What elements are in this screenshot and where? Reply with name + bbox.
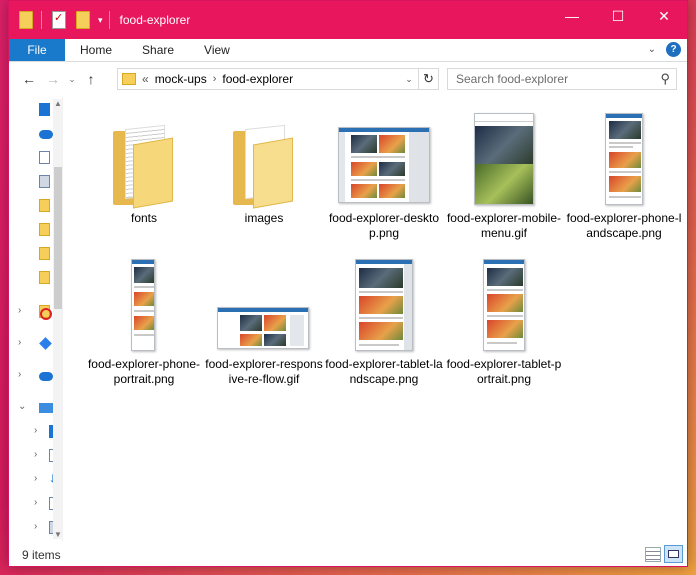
status-bar: 9 items [9, 543, 687, 567]
item-count: 9 items [22, 548, 61, 562]
toolbar-divider [41, 11, 42, 29]
file-name: food-explorer-phone-portrait.png [87, 357, 201, 386]
breadcrumb-overflow[interactable]: « [142, 72, 149, 86]
folder-icon [39, 271, 50, 284]
breadcrumb-food-explorer[interactable]: food-explorer [222, 72, 293, 86]
file-list: fonts images food-explorer-desktop.png f… [67, 97, 687, 541]
address-bar[interactable]: « mock-ups › food-explorer ⌄ ↻ [117, 68, 439, 90]
recent-locations-button[interactable]: ⌄ [65, 74, 79, 85]
image-thumbnail [325, 111, 443, 207]
computer-icon [39, 403, 53, 413]
minimize-button[interactable]: — [549, 1, 595, 31]
image-thumbnail [325, 257, 443, 353]
file-item-phone-landscape-png[interactable]: food-explorer-phone-landscape.png [565, 103, 683, 243]
address-dropdown-icon[interactable]: ⌄ [401, 69, 417, 89]
file-item-mobile-menu-gif[interactable]: food-explorer-mobile-menu.gif [445, 103, 563, 243]
image-thumbnail [205, 257, 323, 353]
scroll-up-icon[interactable]: ▲ [54, 99, 62, 108]
large-icons-view-button[interactable] [664, 545, 683, 563]
new-folder-icon[interactable] [76, 11, 90, 29]
properties-icon[interactable] [52, 11, 66, 29]
folder-icon [39, 223, 50, 236]
expand-chevron-icon[interactable]: › [34, 425, 37, 436]
close-button[interactable]: ✕ [641, 1, 687, 31]
file-item-responsive-re-flow-gif[interactable]: food-explorer-responsive-re-flow.gif [205, 249, 323, 389]
expand-chevron-icon[interactable]: › [34, 473, 37, 484]
file-item-images[interactable]: images [205, 103, 323, 243]
folder-icon [39, 199, 50, 212]
folder-icon [19, 11, 33, 29]
back-button[interactable]: ← [17, 71, 41, 87]
window-title: food-explorer [119, 13, 191, 27]
up-button[interactable]: ↑ [79, 71, 103, 87]
breadcrumb-mock-ups[interactable]: mock-ups [155, 72, 207, 86]
tab-share[interactable]: Share [127, 39, 189, 61]
ribbon-tabs: File Home Share View ⌄ ? [9, 39, 687, 62]
expand-chevron-icon[interactable]: › [34, 449, 37, 460]
desktop-icon [39, 103, 50, 116]
file-item-desktop-png[interactable]: food-explorer-desktop.png [325, 103, 443, 243]
file-name: fonts [130, 211, 157, 225]
expand-chevron-icon[interactable]: › [18, 305, 21, 316]
image-thumbnail [445, 111, 563, 207]
tab-view[interactable]: View [189, 39, 245, 61]
collapse-chevron-icon[interactable]: ⌄ [18, 401, 26, 412]
scrollbar-thumb[interactable] [54, 167, 62, 309]
folder-icon [39, 247, 50, 260]
file-name: food-explorer-tablet-portrait.png [446, 357, 562, 386]
search-icon[interactable]: ⚲ [660, 71, 670, 87]
details-view-button[interactable] [645, 547, 661, 562]
image-thumbnail [565, 111, 683, 207]
image-thumbnail [85, 257, 203, 353]
file-name: food-explorer-mobile-menu.gif [446, 211, 562, 240]
search-box[interactable]: Search food-explorer ⚲ [447, 68, 677, 90]
creative-cloud-folder-icon [39, 305, 52, 320]
onedrive-icon [39, 372, 53, 381]
file-item-phone-portrait-png[interactable]: food-explorer-phone-portrait.png [85, 249, 203, 389]
file-name: food-explorer-phone-landscape.png [566, 211, 682, 240]
help-icon[interactable]: ? [666, 42, 681, 57]
file-name: food-explorer-responsive-re-flow.gif [205, 357, 323, 386]
file-name: food-explorer-desktop.png [328, 211, 440, 240]
expand-chevron-icon[interactable]: › [18, 337, 21, 348]
tab-home[interactable]: Home [65, 39, 127, 61]
folder-icon [85, 111, 203, 209]
title-bar[interactable]: ▾ food-explorer — ☐ ✕ [9, 1, 687, 39]
pictures-icon [39, 175, 50, 188]
file-item-fonts[interactable]: fonts [85, 103, 203, 243]
expand-chevron-icon[interactable]: › [18, 369, 21, 380]
file-item-tablet-portrait-png[interactable]: food-explorer-tablet-portrait.png [445, 249, 563, 389]
expand-chevron-icon[interactable]: › [34, 497, 37, 508]
expand-ribbon-icon[interactable]: ⌄ [648, 44, 656, 55]
dropbox-icon [39, 337, 52, 350]
nav-pane-scrollbar[interactable]: ▲ ▼ [53, 99, 63, 539]
quick-access-dropdown-icon[interactable]: ▾ [98, 15, 103, 26]
navigation-bar: ← → ⌄ ↑ « mock-ups › food-explorer ⌄ ↻ S… [9, 62, 687, 96]
file-item-tablet-landscape-png[interactable]: food-explorer-tablet-landscape.png [325, 249, 443, 389]
navigation-pane: › › › ⌄ › › › ↓ › [9, 97, 63, 541]
file-name: food-explorer-tablet-landscape.png [325, 357, 443, 386]
documents-icon [39, 151, 50, 164]
folder-icon [122, 73, 136, 85]
scroll-down-icon[interactable]: ▼ [54, 530, 62, 539]
forward-button[interactable]: → [41, 71, 65, 87]
toolbar-divider [108, 11, 110, 29]
expand-chevron-icon[interactable]: › [34, 521, 37, 532]
image-thumbnail [445, 257, 563, 353]
folder-icon [205, 111, 323, 209]
search-input[interactable]: Search food-explorer [456, 72, 568, 86]
file-name: images [244, 211, 284, 225]
maximize-button[interactable]: ☐ [595, 1, 641, 31]
onedrive-icon [39, 130, 53, 139]
breadcrumb-chevron-icon[interactable]: › [213, 73, 217, 85]
tab-file[interactable]: File [9, 39, 65, 61]
file-explorer-window: ▾ food-explorer — ☐ ✕ File Home Share Vi… [8, 0, 688, 567]
refresh-button[interactable]: ↻ [418, 69, 438, 89]
